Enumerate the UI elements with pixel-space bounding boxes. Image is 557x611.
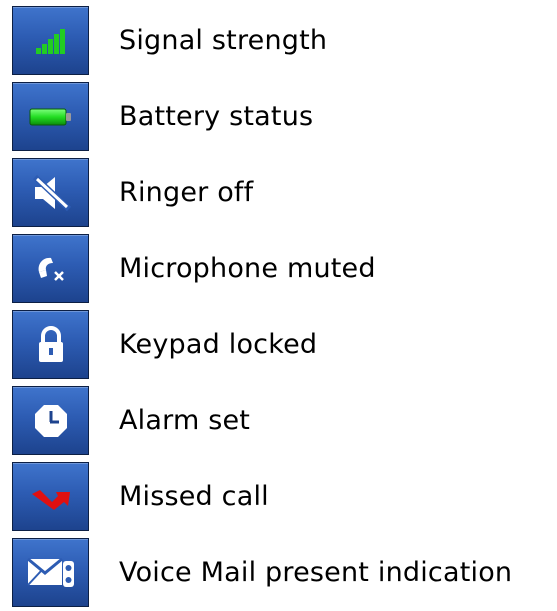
missed-call-icon xyxy=(12,462,89,531)
battery-icon xyxy=(12,82,89,151)
alarm-clock-icon xyxy=(12,386,89,455)
microphone-muted-icon xyxy=(12,234,89,303)
legend-label-ringer-off: Ringer off xyxy=(119,177,254,208)
legend-row-missed-call: Missed call xyxy=(0,459,557,535)
legend-row-battery-status: Battery status xyxy=(0,79,557,155)
legend-row-signal-strength: Signal strength xyxy=(0,3,557,79)
legend-label-battery-status: Battery status xyxy=(119,101,314,132)
legend-row-alarm-set: Alarm set xyxy=(0,383,557,459)
status-icon-legend: Signal strength Battery status Ringer of… xyxy=(0,0,557,608)
padlock-icon xyxy=(12,310,89,379)
legend-label-missed-call: Missed call xyxy=(119,481,269,512)
legend-label-alarm-set: Alarm set xyxy=(119,405,251,436)
legend-label-keypad-locked: Keypad locked xyxy=(119,329,318,360)
legend-row-voice-mail: Voice Mail present indication xyxy=(0,535,557,611)
legend-label-signal-strength: Signal strength xyxy=(119,25,328,56)
ringer-off-icon xyxy=(12,158,89,227)
legend-row-ringer-off: Ringer off xyxy=(0,155,557,231)
voice-mail-icon xyxy=(12,538,89,607)
legend-label-voice-mail: Voice Mail present indication xyxy=(119,557,513,588)
legend-row-microphone-muted: Microphone muted xyxy=(0,231,557,307)
signal-strength-icon xyxy=(12,6,89,75)
legend-label-microphone-muted: Microphone muted xyxy=(119,253,376,284)
legend-row-keypad-locked: Keypad locked xyxy=(0,307,557,383)
